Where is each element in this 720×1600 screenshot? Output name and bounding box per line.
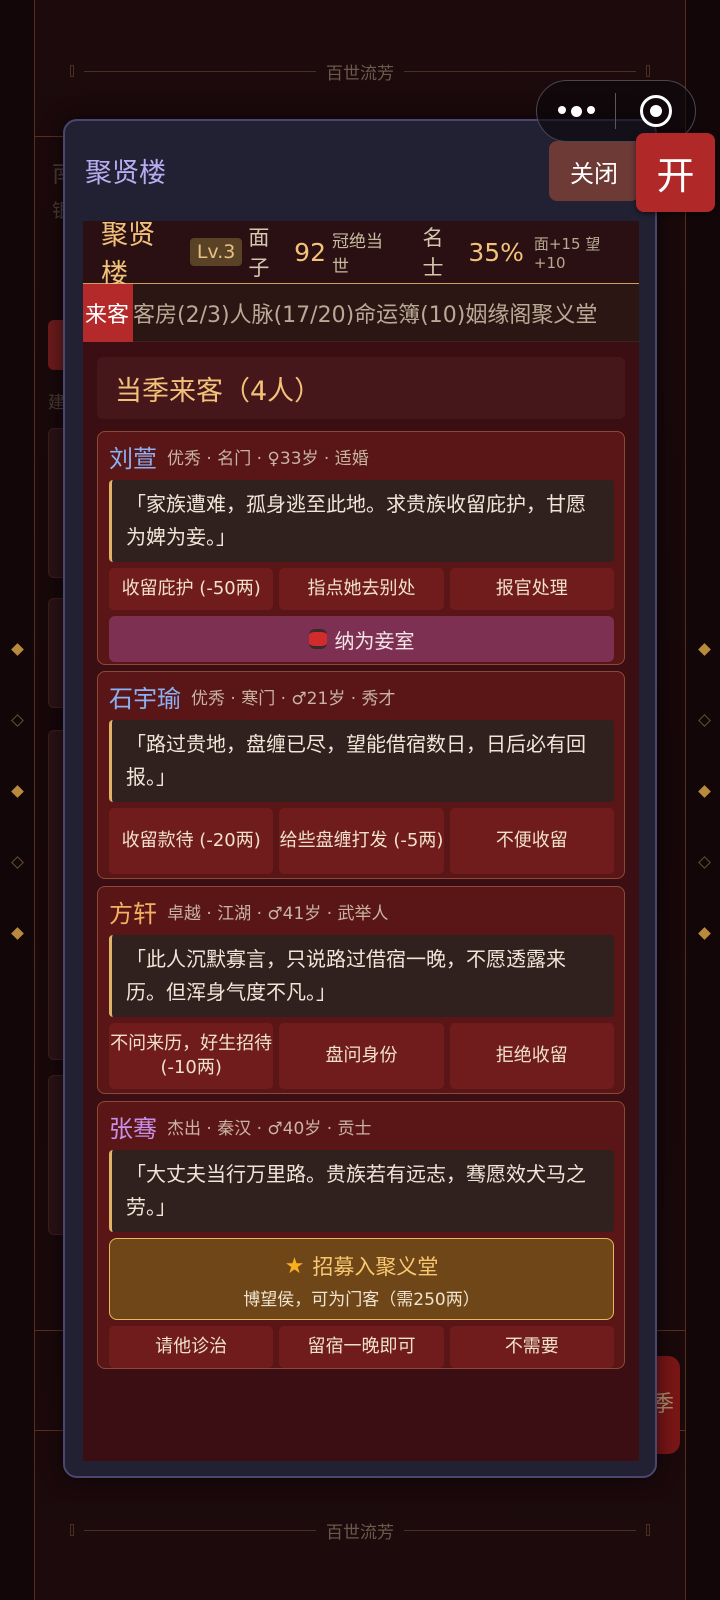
decline-button[interactable]: 不便收留 [449,808,614,874]
bonus-text: 面+15 望+10 [533,234,601,272]
modal-title: 聚贤楼 [85,158,166,189]
decline-button[interactable]: 拒绝收留 [449,1023,614,1089]
report-button[interactable]: 报官处理 [449,568,614,610]
tab-marriage[interactable]: 姻缘阁 [465,284,531,342]
give-money-button[interactable]: 给些盘缠打发 (-5两) [279,808,444,874]
tab-brotherhood[interactable]: 聚义堂 [531,284,597,342]
side-ornament [10,643,24,1000]
question-button[interactable]: 盘问身份 [279,1023,444,1089]
host-button[interactable]: 不问来历，好生招待 (-10两) [109,1023,274,1089]
tab-connections[interactable]: 人脉(17/20) [230,284,355,342]
guest-quote: 「大丈夫当行万里路。贵族若有远志，骞愿效犬马之劳。」 [109,1150,614,1232]
redirect-button[interactable]: 指点她去别处 [279,568,444,610]
face-title: 冠绝当世 [331,232,383,277]
guest-card: 石宇瑜 优秀 · 寒门 · ♂21岁 · 秀才 「路过贵地，盘缠已尽，望能借宿数… [97,671,625,879]
tab-guest-rooms[interactable]: 客房(2/3) [133,284,230,342]
tab-visitors[interactable]: 来客 [83,283,134,342]
guest-name: 石宇瑜 [109,684,181,713]
section-title: 当季来客（4人） [97,357,625,419]
tab-fate-book[interactable]: 命运簿(10) [354,284,465,342]
guest-name: 张骞 [109,1114,157,1143]
open-button[interactable]: 开 [636,133,715,212]
take-concubine-label: 纳为妾室 [334,628,415,653]
scholar-value: 35% [468,237,524,267]
guest-meta: 优秀 · 名门 · ♀33岁 · 适婚 [167,448,369,469]
face-label: 面子 [248,226,270,280]
decline-button[interactable]: 不需要 [449,1326,614,1368]
guest-card: 方轩 卓越 · 江湖 · ♂41岁 · 武举人 「此人沉默寡言，只说路过借宿一晚… [97,886,625,1094]
face-value: 92 [294,237,326,267]
banner-text: 百世流芳 [326,63,394,84]
level-badge: Lv.3 [189,238,243,266]
recruit-title: 招募入聚义堂 [312,1255,439,1279]
guest-quote: 「路过贵地，盘缠已尽，望能借宿数日，日后必有回报。」 [109,720,614,802]
more-dots-icon[interactable] [537,105,615,117]
guest-meta: 杰出 · 秦汉 · ♂40岁 · 贡士 [167,1118,372,1139]
recruit-subtitle: 博望侯，可为门客（需250两） [243,1290,480,1310]
guest-card: 张骞 杰出 · 秦汉 · ♂40岁 · 贡士 「大丈夫当行万里路。贵族若有远志，… [97,1101,625,1369]
banner-text: 百世流芳 [326,1522,394,1543]
guest-name: 刘萱 [109,444,157,473]
scholar-label: 名士 [422,226,444,280]
treat-button[interactable]: 请他诊治 [109,1326,274,1368]
close-button[interactable]: 关闭 [549,141,639,201]
side-ornament [697,643,711,1000]
background-banner: 百世流芳 [70,1517,650,1543]
target-close-icon[interactable] [616,95,695,127]
guest-quote: 「此人沉默寡言，只说路过借宿一晚，不愿透露来历。但浑身气度不凡。」 [109,935,614,1017]
lantern-icon [308,629,327,649]
guest-name: 方轩 [109,899,157,928]
take-concubine-button[interactable]: 纳为妾室 [109,616,614,662]
guest-card: 刘萱 优秀 · 名门 · ♀33岁 · 适婚 「家族遭难，孤身逃至此地。求贵族收… [97,431,625,665]
hall-name: 聚贤楼 [101,221,155,290]
recruit-hall-modal: 聚贤楼 关闭 聚贤楼 Lv.3 面子 92 冠绝当世 名士 35% 面+15 望… [63,119,657,1478]
hall-panel: 聚贤楼 Lv.3 面子 92 冠绝当世 名士 35% 面+15 望+10 来客 … [83,221,639,1461]
guest-meta: 优秀 · 寒门 · ♂21岁 · 秀才 [191,688,396,709]
overnight-button[interactable]: 留宿一晚即可 [279,1326,444,1368]
guest-meta: 卓越 · 江湖 · ♂41岁 · 武举人 [167,903,389,924]
recruit-button[interactable]: ★ 招募入聚义堂 博望侯，可为门客（需250两） [109,1238,614,1320]
guest-quote: 「家族遭难，孤身逃至此地。求贵族收留庇护，甘愿为婢为妾。」 [109,480,614,562]
shelter-button[interactable]: 收留庇护 (-50两) [109,568,274,610]
host-button[interactable]: 收留款待 (-20两) [109,808,274,874]
tab-bar: 来客 客房(2/3) 人脉(17/20) 命运簿(10) 姻缘阁 聚义堂 [83,283,639,342]
star-icon: ★ [284,1253,305,1279]
hall-header: 聚贤楼 Lv.3 面子 92 冠绝当世 名士 35% 面+15 望+10 [83,221,639,290]
